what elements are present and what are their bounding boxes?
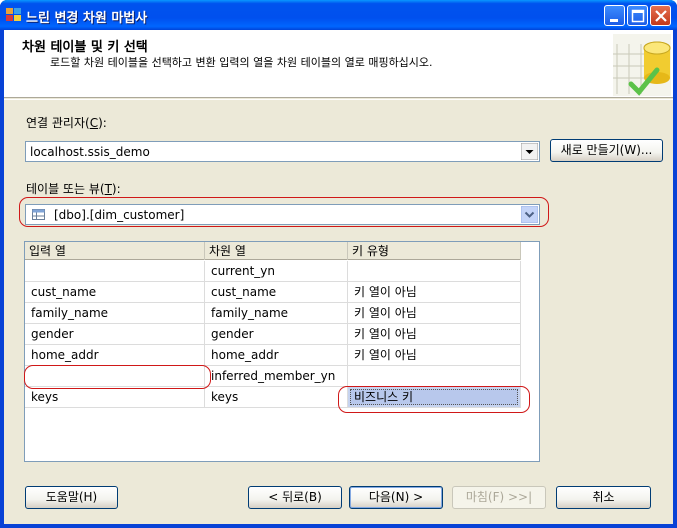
close-icon xyxy=(655,10,667,22)
maximize-icon xyxy=(631,9,645,23)
table-view-highlight xyxy=(19,197,549,227)
minimize-button[interactable] xyxy=(604,5,625,26)
table-row[interactable]: home_addr home_addr 키 열이 아님 xyxy=(25,345,521,366)
table-row[interactable]: cust_name cust_name 키 열이 아님 xyxy=(25,282,521,303)
input-column-cell[interactable]: family_name xyxy=(25,303,205,324)
input-column-cell[interactable]: keys xyxy=(25,387,205,408)
column-mapping-grid[interactable]: 입력 열 차원 열 키 유형 current_yn cust_name cust… xyxy=(24,241,540,462)
window-title: 느린 변경 차원 마법사 xyxy=(26,11,148,26)
dimension-column-cell: cust_name xyxy=(205,282,348,303)
input-column-cell[interactable]: cust_name xyxy=(25,282,205,303)
key-type-cell[interactable] xyxy=(348,261,521,282)
database-table-icon xyxy=(613,34,671,96)
key-type-cell[interactable]: 키 열이 아님 xyxy=(348,324,521,345)
grid-header: 입력 열 차원 열 키 유형 xyxy=(25,242,521,260)
window-border-bottom xyxy=(0,524,677,528)
finish-button[interactable]: 마침(F) >>| xyxy=(452,486,546,509)
dimension-column-cell: gender xyxy=(205,324,348,345)
back-button[interactable]: < 뒤로(B) xyxy=(248,486,342,509)
column-header-key-type[interactable]: 키 유형 xyxy=(348,242,521,260)
table-row[interactable]: current_yn xyxy=(25,261,521,282)
connection-manager-label: 연결 관리자(C): xyxy=(26,116,107,130)
table-row[interactable]: family_name family_name 키 열이 아님 xyxy=(25,303,521,324)
dimension-column-cell: home_addr xyxy=(205,345,348,366)
input-column-cell[interactable]: gender xyxy=(25,324,205,345)
key-type-cell[interactable]: 키 열이 아님 xyxy=(348,303,521,324)
page-subtitle: 로드할 차원 테이블을 선택하고 변환 입력의 열을 차원 테이블의 열로 매핑… xyxy=(50,56,433,69)
input-column-cell[interactable] xyxy=(25,261,205,282)
help-button[interactable]: 도움말(H) xyxy=(25,486,118,509)
input-column-cell[interactable]: home_addr xyxy=(25,345,205,366)
new-connection-button[interactable]: 새로 만들기(W)... xyxy=(550,139,663,162)
wizard-client-area: 차원 테이블 및 키 선택 로드할 차원 테이블을 선택하고 변환 입력의 열을… xyxy=(4,30,673,524)
dimension-column-cell: current_yn xyxy=(205,261,348,282)
dimension-column-cell: family_name xyxy=(205,303,348,324)
chevron-down-icon[interactable] xyxy=(521,143,538,160)
connection-manager-combo[interactable]: localhost.ssis_demo xyxy=(25,141,540,162)
wizard-app-icon xyxy=(6,8,22,22)
connection-manager-value: localhost.ssis_demo xyxy=(30,145,150,159)
business-key-highlight xyxy=(338,386,530,413)
wizard-window: 느린 변경 차원 마법사 차원 테이블 및 키 선택 로드할 차원 테이블을 선… xyxy=(0,0,677,528)
title-bar[interactable]: 느린 변경 차원 마법사 xyxy=(0,0,677,30)
empty-input-highlight xyxy=(24,365,211,389)
cancel-button[interactable]: 취소 xyxy=(556,486,651,509)
key-type-cell[interactable]: 키 열이 아님 xyxy=(348,345,521,366)
page-title: 차원 테이블 및 키 선택 xyxy=(22,40,148,55)
dimension-column-cell: keys xyxy=(205,387,348,408)
key-type-cell[interactable]: 키 열이 아님 xyxy=(348,282,521,303)
next-button[interactable]: 다음(N) > xyxy=(349,486,443,509)
window-border-right xyxy=(673,30,677,524)
minimize-icon xyxy=(610,19,618,22)
maximize-button[interactable] xyxy=(627,5,648,26)
header-banner: 차원 테이블 및 키 선택 로드할 차원 테이블을 선택하고 변환 입력의 열을… xyxy=(4,30,673,98)
banner-separator xyxy=(4,99,673,100)
close-button[interactable] xyxy=(650,5,671,26)
dimension-column-cell: inferred_member_yn xyxy=(205,366,348,387)
column-header-dimension[interactable]: 차원 열 xyxy=(205,242,348,260)
table-view-label: 테이블 또는 뷰(T): xyxy=(26,182,121,196)
column-header-input[interactable]: 입력 열 xyxy=(25,242,205,260)
key-type-cell[interactable] xyxy=(348,366,521,387)
table-row[interactable]: gender gender 키 열이 아님 xyxy=(25,324,521,345)
